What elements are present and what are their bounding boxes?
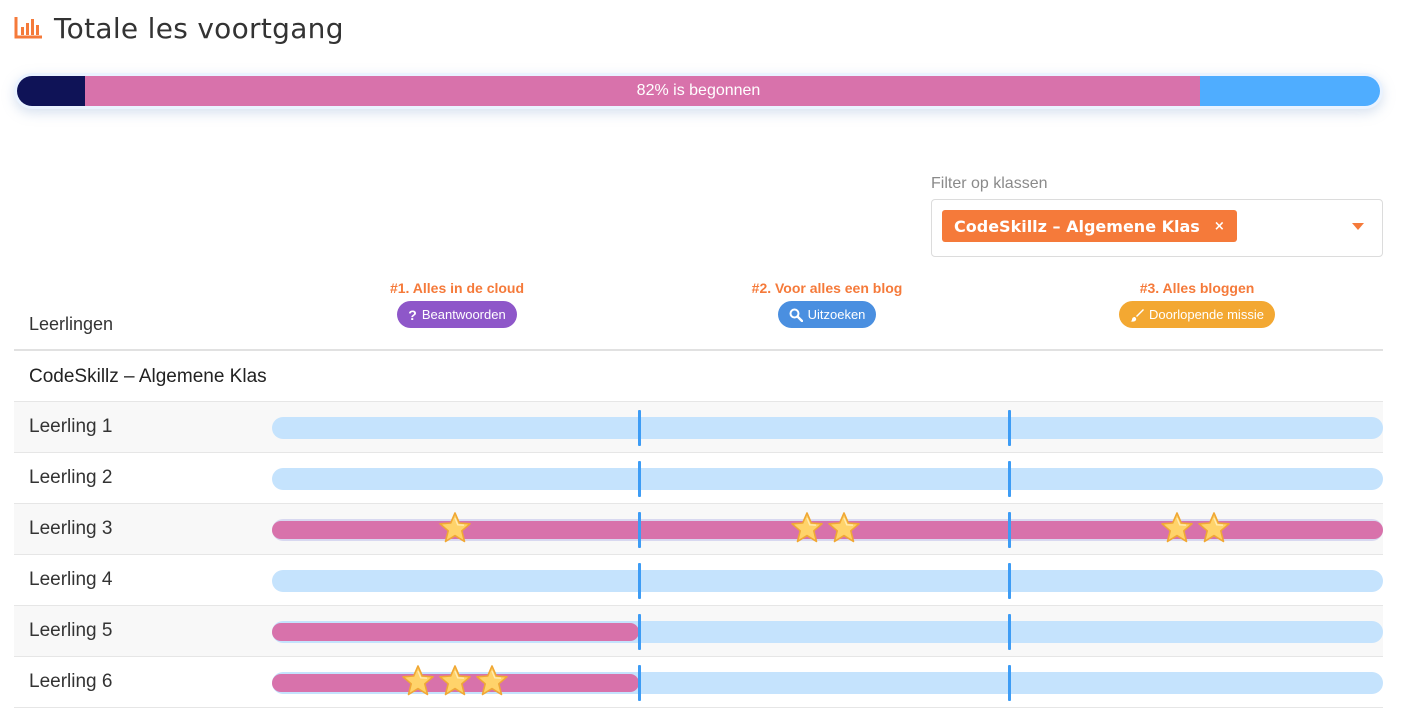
class-name: CodeSkillz – Algemene Klas bbox=[29, 366, 267, 387]
lesson-divider bbox=[638, 563, 641, 599]
lesson-badge-label: Uitzoeken bbox=[807, 307, 866, 322]
star-icon bbox=[401, 664, 435, 698]
lesson-title: #1. Alles in de cloud bbox=[389, 280, 525, 296]
remove-chip-icon[interactable]: × bbox=[1214, 219, 1225, 234]
lesson-header-3: #3. Alles bloggen Doorlopende missie bbox=[1067, 278, 1327, 328]
student-row: Leerling 5 bbox=[14, 606, 1383, 657]
student-name: Leerling 4 bbox=[29, 569, 113, 590]
total-progress-bar: 82% is begonnen bbox=[14, 73, 1383, 109]
lesson-title: #3. Alles bloggen bbox=[1139, 280, 1255, 296]
lesson-divider bbox=[638, 614, 641, 650]
progress-label: 82% is begonnen bbox=[636, 82, 761, 99]
star-icon bbox=[827, 511, 861, 545]
lesson-badge-label: Beantwoorden bbox=[421, 307, 506, 322]
student-name: Leerling 5 bbox=[29, 620, 113, 641]
class-group-row: CodeSkillz – Algemene Klas bbox=[14, 351, 1383, 402]
star-icon bbox=[1160, 511, 1194, 545]
star-icon bbox=[1197, 511, 1231, 545]
lesson-header-2: #2. Voor alles een blog Uitzoeken bbox=[697, 278, 957, 328]
page-title: Totale les voortgang bbox=[54, 11, 344, 45]
lesson-divider bbox=[1008, 614, 1011, 650]
lesson-divider bbox=[1008, 461, 1011, 497]
student-row: Leerling 6 bbox=[14, 657, 1383, 708]
star-icon bbox=[790, 511, 824, 545]
caret-down-icon[interactable] bbox=[1352, 223, 1364, 230]
student-row: Leerling 1 bbox=[14, 402, 1383, 453]
lesson-badge-label: Doorlopende missie bbox=[1149, 307, 1264, 322]
lesson-divider bbox=[638, 461, 641, 497]
student-progress-bar bbox=[272, 512, 1383, 548]
search-icon bbox=[789, 308, 803, 322]
student-row: Leerling 4 bbox=[14, 555, 1383, 606]
bar-chart-icon bbox=[14, 17, 42, 39]
filter-label: Filter op klassen bbox=[931, 175, 1048, 192]
student-progress-bar bbox=[272, 410, 1383, 446]
students-column-header: Leerlingen bbox=[29, 314, 114, 334]
lesson-divider bbox=[638, 410, 641, 446]
student-progress-bar bbox=[272, 665, 1383, 701]
lesson-divider bbox=[1008, 563, 1011, 599]
question-icon: ? bbox=[408, 306, 417, 323]
student-name: Leerling 1 bbox=[29, 416, 113, 437]
star-icon bbox=[438, 664, 472, 698]
lesson-divider bbox=[1008, 410, 1011, 446]
star-icon bbox=[438, 511, 472, 545]
student-progress-bar bbox=[272, 563, 1383, 599]
brush-icon bbox=[1130, 308, 1145, 322]
lesson-badge: Doorlopende missie bbox=[1119, 301, 1275, 328]
student-row: Leerling 2 bbox=[14, 453, 1383, 504]
selected-class-chip: CodeSkillz – Algemene Klas × bbox=[942, 210, 1237, 242]
lesson-title: #2. Voor alles een blog bbox=[751, 280, 903, 296]
student-name: Leerling 3 bbox=[29, 518, 113, 539]
lesson-divider bbox=[638, 512, 641, 548]
student-name: Leerling 6 bbox=[29, 671, 113, 692]
student-row: Leerling 3 bbox=[14, 504, 1383, 555]
lesson-divider bbox=[1008, 665, 1011, 701]
progress-fill bbox=[272, 623, 639, 641]
lesson-badge: ? Beantwoorden bbox=[397, 301, 517, 328]
student-progress-bar bbox=[272, 461, 1383, 497]
class-filter-select[interactable]: CodeSkillz – Algemene Klas × bbox=[931, 199, 1383, 257]
page-header: Totale les voortgang bbox=[14, 8, 344, 48]
lesson-header-1: #1. Alles in de cloud ? Beantwoorden bbox=[327, 278, 587, 328]
star-icon bbox=[475, 664, 509, 698]
lesson-divider bbox=[1008, 512, 1011, 548]
student-progress-bar bbox=[272, 614, 1383, 650]
lesson-badge: Uitzoeken bbox=[777, 301, 877, 328]
student-name: Leerling 2 bbox=[29, 467, 113, 488]
selected-class-label: CodeSkillz – Algemene Klas bbox=[954, 216, 1200, 236]
lesson-divider bbox=[638, 665, 641, 701]
